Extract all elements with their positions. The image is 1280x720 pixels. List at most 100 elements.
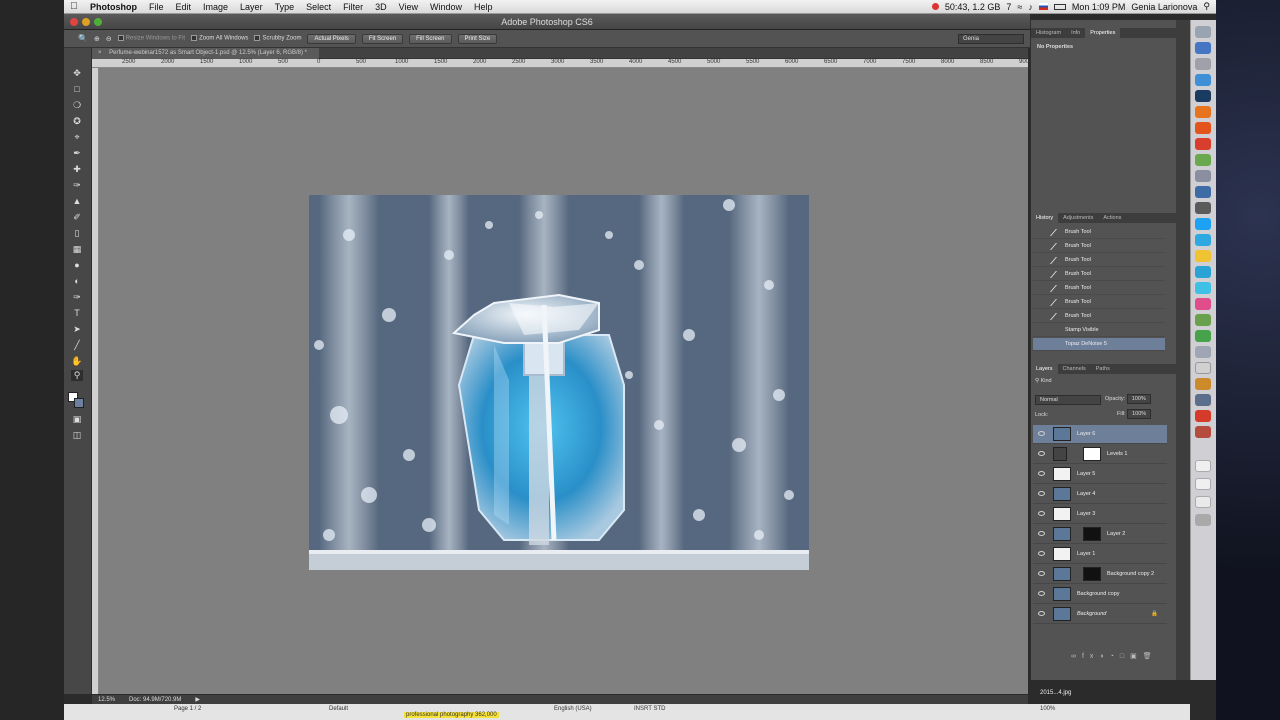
doc-size[interactable]: Doc: 94.9M/720.9M xyxy=(129,697,181,703)
layer-row[interactable]: Layer 1 xyxy=(1033,545,1167,564)
menu-type[interactable]: Type xyxy=(269,2,301,12)
app-icon[interactable] xyxy=(1195,298,1211,310)
layer-row[interactable]: Levels 1 xyxy=(1033,445,1167,464)
eyedropper-tool-icon[interactable]: ✒ xyxy=(71,148,83,159)
lasso-tool-icon[interactable]: ❍ xyxy=(71,100,83,111)
app-icon[interactable] xyxy=(1195,394,1211,406)
eye-icon[interactable] xyxy=(1038,551,1045,556)
minimize-window-button[interactable] xyxy=(82,18,90,26)
eye-icon[interactable] xyxy=(1038,611,1045,616)
menu-edit[interactable]: Edit xyxy=(170,2,198,12)
document-icon[interactable] xyxy=(1195,460,1211,472)
tab-adjustments[interactable]: Adjustments xyxy=(1058,213,1098,223)
history-item-selected[interactable]: Topaz DeNoise 5 xyxy=(1033,338,1165,351)
app-icon[interactable] xyxy=(1195,186,1211,198)
eye-icon[interactable] xyxy=(1038,571,1045,576)
path-select-tool-icon[interactable]: ➤ xyxy=(71,324,83,335)
app-icon[interactable] xyxy=(1195,426,1211,438)
app-icon[interactable] xyxy=(1195,202,1211,214)
bridge-icon[interactable] xyxy=(1195,106,1211,118)
hand-tool-icon[interactable]: ✋ xyxy=(71,356,83,367)
fill-field[interactable]: 100% xyxy=(1127,409,1152,419)
layer-row[interactable]: Layer 4 xyxy=(1033,485,1167,504)
quick-mask-icon[interactable]: ▣ xyxy=(71,414,83,425)
fit-screen-button[interactable]: Fit Screen xyxy=(361,33,404,44)
app-icon[interactable] xyxy=(1195,330,1211,342)
zoom-level[interactable]: 12.5% xyxy=(98,697,115,703)
app-icon[interactable] xyxy=(1195,282,1211,294)
marquee-tool-icon[interactable]: □ xyxy=(71,84,83,95)
layer-row[interactable]: Layer 3 xyxy=(1033,505,1167,524)
layer-row-selected[interactable]: Layer 6 xyxy=(1033,425,1167,444)
volume-icon[interactable]: ♪ xyxy=(1028,2,1033,12)
trash-icon[interactable] xyxy=(1195,514,1211,526)
status-arrow-icon[interactable]: ▶ xyxy=(195,696,200,703)
document-icon[interactable] xyxy=(1195,478,1211,490)
zoom-tool-active-icon[interactable]: ⚲ xyxy=(71,370,83,381)
eye-icon[interactable] xyxy=(1038,531,1045,536)
tab-layers[interactable]: Layers xyxy=(1031,364,1058,374)
app-icon[interactable] xyxy=(1195,346,1211,358)
gradient-tool-icon[interactable]: ▦ xyxy=(71,244,83,255)
zoom-in-icon[interactable]: ⊕ xyxy=(94,35,100,43)
menu-select[interactable]: Select xyxy=(300,2,337,12)
app-icon[interactable] xyxy=(1195,378,1211,390)
layer-filter-select[interactable]: ⚲ Kind xyxy=(1035,378,1052,384)
healing-tool-icon[interactable]: ✚ xyxy=(71,164,83,175)
app-icon[interactable] xyxy=(1195,410,1211,422)
app-store-icon[interactable] xyxy=(1195,74,1211,86)
photoshop-icon[interactable] xyxy=(1195,90,1211,102)
stamp-tool-icon[interactable]: ▲ xyxy=(71,196,83,207)
tab-info[interactable]: Info xyxy=(1066,28,1085,38)
menu-app-name[interactable]: Photoshop xyxy=(84,2,143,12)
history-item[interactable]: Brush Tool xyxy=(1033,268,1165,281)
eye-icon[interactable] xyxy=(1038,451,1045,456)
document-tab[interactable]: × Perfume-webinar1572 as Smart Object-1.… xyxy=(92,48,320,59)
history-item[interactable]: Brush Tool xyxy=(1033,310,1165,323)
app-icon[interactable] xyxy=(1195,170,1211,182)
apple-icon[interactable]:  xyxy=(64,1,84,12)
tab-histogram[interactable]: Histogram xyxy=(1031,28,1066,38)
brush-tool-icon[interactable]: ✑ xyxy=(71,180,83,191)
menu-layer[interactable]: Layer xyxy=(234,2,269,12)
layer-row[interactable]: Background copy xyxy=(1033,585,1167,604)
user-name[interactable]: Genia Larionova xyxy=(1131,2,1197,12)
dodge-tool-icon[interactable]: ◐ xyxy=(71,276,83,287)
tab-actions[interactable]: Actions xyxy=(1098,213,1126,223)
history-item[interactable]: Brush Tool xyxy=(1033,240,1165,253)
eye-icon[interactable] xyxy=(1038,431,1045,436)
blend-mode-select[interactable]: Normal xyxy=(1035,395,1101,405)
layers-footer-icons[interactable]: ∞fx◑◔□▣🗑 xyxy=(1071,652,1158,660)
app-icon[interactable] xyxy=(1195,362,1211,374)
clock[interactable]: Mon 1:09 PM xyxy=(1072,2,1126,12)
battery-icon[interactable] xyxy=(1053,3,1066,10)
eraser-tool-icon[interactable]: ▯ xyxy=(71,228,83,239)
tab-properties[interactable]: Properties xyxy=(1085,28,1121,38)
tab-history[interactable]: History xyxy=(1031,213,1059,223)
horizontal-ruler[interactable]: 2500 2000 1500 1000 500 0 500 1000 1500 2000 2500 3… xyxy=(92,59,1032,68)
history-item[interactable]: Brush Tool xyxy=(1033,226,1165,239)
app-icon[interactable] xyxy=(1195,266,1211,278)
layer-row[interactable]: Layer 5 xyxy=(1033,465,1167,484)
screen-mode-icon[interactable]: ◫ xyxy=(71,430,83,441)
menu-view[interactable]: View xyxy=(393,2,424,12)
shape-tool-icon[interactable]: ╱ xyxy=(71,340,83,351)
notification-badge[interactable]: 7 xyxy=(1006,2,1011,12)
eye-icon[interactable] xyxy=(1038,471,1045,476)
app-icon[interactable] xyxy=(1195,314,1211,326)
actual-pixels-button[interactable]: Actual Pixels xyxy=(307,33,356,44)
finder-icon[interactable] xyxy=(1195,26,1211,38)
zoom-all-checkbox[interactable]: Zoom All Windows xyxy=(191,35,248,42)
tab-paths[interactable]: Paths xyxy=(1091,364,1115,374)
vertical-ruler[interactable] xyxy=(92,68,99,694)
move-tool-icon[interactable]: ✥ xyxy=(71,68,83,79)
zoom-window-button[interactable] xyxy=(94,18,102,26)
resize-windows-checkbox[interactable]: Resize Windows to Fit xyxy=(117,35,185,42)
app-icon[interactable] xyxy=(1195,234,1211,246)
opacity-field[interactable]: 100% xyxy=(1126,394,1151,404)
quick-select-tool-icon[interactable]: ✪ xyxy=(71,116,83,127)
recording-icon[interactable] xyxy=(931,3,939,10)
history-item[interactable]: Brush Tool xyxy=(1033,296,1165,309)
twitter-icon[interactable] xyxy=(1195,218,1211,230)
workspace-select[interactable]: Genia xyxy=(958,33,1024,44)
